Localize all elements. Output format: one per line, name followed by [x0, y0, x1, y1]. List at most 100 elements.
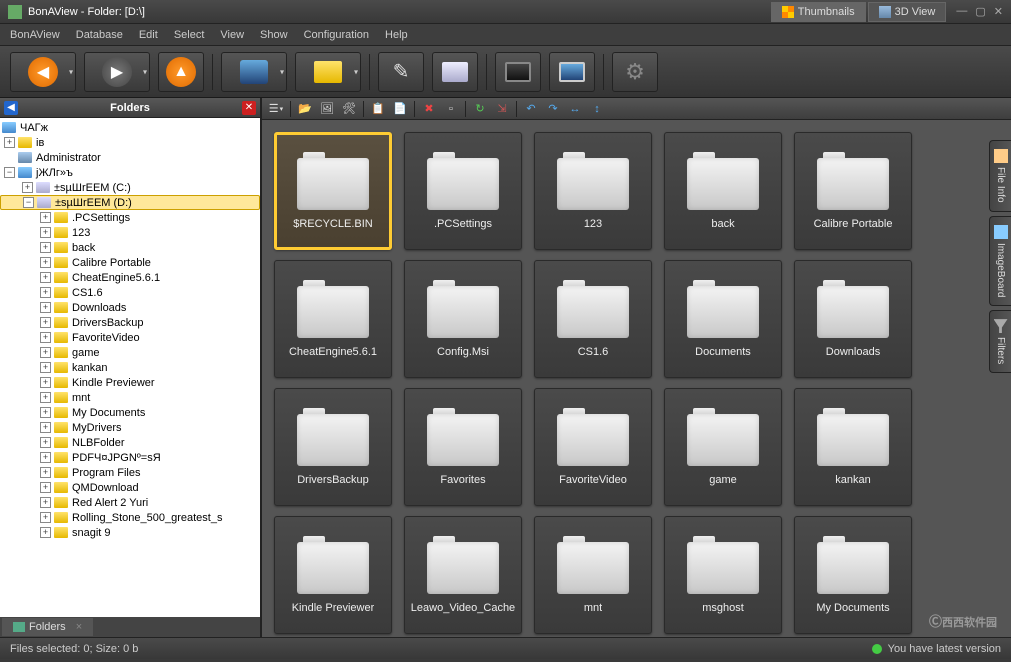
menu-database[interactable]: Database: [76, 29, 123, 41]
thumb-item[interactable]: CheatEngine5.6.1: [274, 260, 392, 378]
collapse-button[interactable]: ↔: [567, 101, 583, 117]
collapse-icon[interactable]: −: [4, 167, 15, 178]
tree-row[interactable]: +NLBFolder: [0, 435, 260, 450]
expand-icon[interactable]: +: [4, 137, 15, 148]
thumb-item[interactable]: Config.Msi: [404, 260, 522, 378]
tree-row[interactable]: +kankan: [0, 360, 260, 375]
thumbnail-grid[interactable]: $RECYCLE.BIN.PCSettings123backCalibre Po…: [262, 120, 1011, 637]
menu-help[interactable]: Help: [385, 29, 408, 41]
menu-bonaview[interactable]: BonAView: [10, 29, 60, 41]
tab-3d-view[interactable]: 3D View: [868, 2, 947, 22]
expand-icon[interactable]: +: [40, 332, 51, 343]
menu-view[interactable]: View: [220, 29, 244, 41]
export-button[interactable]: ⇲: [494, 101, 510, 117]
filters-tab[interactable]: Filters: [989, 310, 1011, 373]
tab-thumbnails[interactable]: Thumbnails: [771, 2, 866, 22]
menu-edit[interactable]: Edit: [139, 29, 158, 41]
wallpaper-button[interactable]: [432, 52, 478, 92]
new-folder-button[interactable]: ▾: [295, 52, 361, 92]
tree-row[interactable]: +mnt: [0, 390, 260, 405]
thumb-item[interactable]: FavoriteVideo: [534, 388, 652, 506]
copy-button[interactable]: 📋: [370, 101, 386, 117]
tree-row[interactable]: +Calibre Portable: [0, 255, 260, 270]
redo-button[interactable]: ↷: [545, 101, 561, 117]
expand-icon[interactable]: +: [40, 287, 51, 298]
tree-row[interactable]: +Downloads: [0, 300, 260, 315]
imageboard-tab[interactable]: ImageBoard: [989, 216, 1011, 306]
thumb-item[interactable]: kankan: [794, 388, 912, 506]
expand-icon[interactable]: +: [40, 497, 51, 508]
tree-row[interactable]: +MyDrivers: [0, 420, 260, 435]
collapse-left-icon[interactable]: ◀: [4, 101, 18, 115]
expand-icon[interactable]: +: [40, 257, 51, 268]
expand-icon[interactable]: +: [40, 392, 51, 403]
tree-row[interactable]: +back: [0, 240, 260, 255]
expand-icon[interactable]: +: [40, 437, 51, 448]
thumb-item[interactable]: game: [664, 388, 782, 506]
close-button[interactable]: ✕: [994, 5, 1003, 18]
expand-icon[interactable]: +: [40, 377, 51, 388]
tree-row[interactable]: +123: [0, 225, 260, 240]
thumb-item[interactable]: mnt: [534, 516, 652, 634]
tree-row[interactable]: +FavoriteVideo: [0, 330, 260, 345]
tree-row[interactable]: +My Documents: [0, 405, 260, 420]
thumb-item[interactable]: DriversBackup: [274, 388, 392, 506]
undo-button[interactable]: ↶: [523, 101, 539, 117]
tab-close-icon[interactable]: ×: [76, 621, 82, 633]
edit-button[interactable]: ✎: [378, 52, 424, 92]
expand-icon[interactable]: +: [40, 302, 51, 313]
paste-button[interactable]: 📄: [392, 101, 408, 117]
expand-icon[interactable]: +: [40, 242, 51, 253]
menu-select[interactable]: Select: [174, 29, 205, 41]
tree-row[interactable]: +.PCSettings: [0, 210, 260, 225]
thumb-item[interactable]: Documents: [664, 260, 782, 378]
open-button[interactable]: 📂: [297, 101, 313, 117]
expand-icon[interactable]: +: [22, 182, 33, 193]
tree-row[interactable]: −јЖЛг»ъ: [0, 165, 260, 180]
deselect-button[interactable]: ▫: [443, 101, 459, 117]
tree-row[interactable]: +snagit 9: [0, 525, 260, 540]
refresh-button[interactable]: ↻: [472, 101, 488, 117]
expand-icon[interactable]: +: [40, 317, 51, 328]
thumb-item[interactable]: msghost: [664, 516, 782, 634]
tree-row[interactable]: +game: [0, 345, 260, 360]
thumb-item[interactable]: CS1.6: [534, 260, 652, 378]
minimize-button[interactable]: —: [956, 5, 967, 18]
tree-row[interactable]: +Program Files: [0, 465, 260, 480]
expand-icon[interactable]: +: [40, 347, 51, 358]
settings-button[interactable]: ⚙: [612, 52, 658, 92]
tree-row[interactable]: +PDFЧ¤JPGNº=sЯ: [0, 450, 260, 465]
tree-row[interactable]: Administrator: [0, 150, 260, 165]
tree-row[interactable]: +ів: [0, 135, 260, 150]
maximize-button[interactable]: ▢: [975, 5, 985, 18]
expand-icon[interactable]: +: [40, 227, 51, 238]
tree-row[interactable]: +Rolling_Stone_500_greatest_s: [0, 510, 260, 525]
thumb-item[interactable]: .PCSettings: [404, 132, 522, 250]
file-info-tab[interactable]: File Info: [989, 140, 1011, 212]
thumb-item[interactable]: Calibre Portable: [794, 132, 912, 250]
acquire-button[interactable]: ▾: [221, 52, 287, 92]
thumb-item[interactable]: Kindle Previewer: [274, 516, 392, 634]
expand-icon[interactable]: +: [40, 362, 51, 373]
expand-icon[interactable]: +: [40, 512, 51, 523]
expand-button[interactable]: ↕: [589, 101, 605, 117]
tree-row[interactable]: ЧАГж: [0, 120, 260, 135]
thumb-item[interactable]: 123: [534, 132, 652, 250]
thumb-item[interactable]: Favorites: [404, 388, 522, 506]
expand-icon[interactable]: +: [40, 527, 51, 538]
expand-icon[interactable]: +: [40, 467, 51, 478]
tree-row[interactable]: +Red Alert 2 Yuri: [0, 495, 260, 510]
menu-show[interactable]: Show: [260, 29, 288, 41]
tree-row-selected[interactable]: −±sµШrEEM (D:): [0, 195, 260, 210]
tree-row[interactable]: +CheatEngine5.6.1: [0, 270, 260, 285]
menu-configuration[interactable]: Configuration: [304, 29, 369, 41]
tree-row[interactable]: +QMDownload: [0, 480, 260, 495]
delete-button[interactable]: ✖: [421, 101, 437, 117]
expand-icon[interactable]: +: [40, 482, 51, 493]
expand-icon[interactable]: +: [40, 272, 51, 283]
expand-icon[interactable]: +: [40, 212, 51, 223]
folders-tab[interactable]: Folders ×: [2, 618, 93, 636]
slideshow-button[interactable]: [549, 52, 595, 92]
tree-row[interactable]: +DriversBackup: [0, 315, 260, 330]
tree-row[interactable]: +CS1.6: [0, 285, 260, 300]
